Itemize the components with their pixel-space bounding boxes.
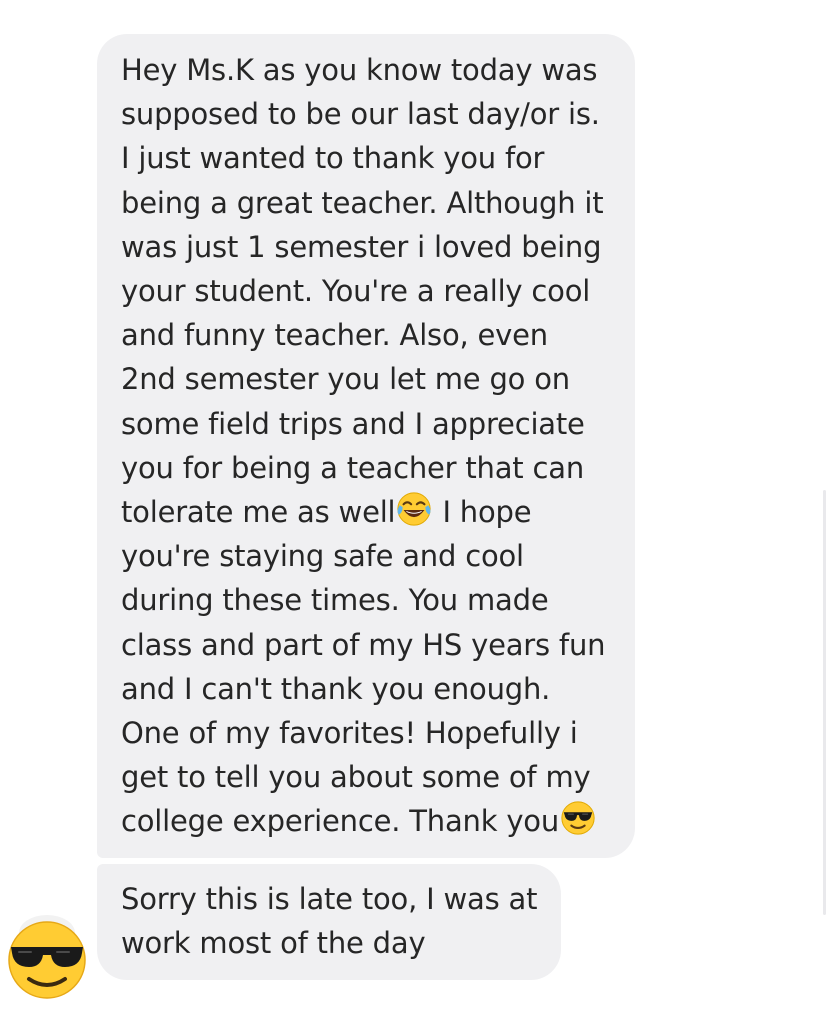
message-line: during these times. You made <box>121 583 549 618</box>
message-text: I hope <box>433 495 532 530</box>
message-bubble[interactable]: Sorry this is late too, I was at work mo… <box>97 864 561 980</box>
message-line: some field trips and I appreciate <box>121 406 585 441</box>
message-line: your student. You're a really cool <box>121 274 591 309</box>
message-line: you're staying safe and cool <box>121 539 524 574</box>
message-text: tolerate me as well <box>121 495 396 530</box>
message-line: you for being a teacher that can <box>121 450 584 485</box>
message-line: Hey Ms.K as you know today was <box>121 53 598 87</box>
sunglasses-face-icon[interactable] <box>7 905 87 1001</box>
message-text: college experience. Thank you <box>121 804 560 839</box>
message-line: Sorry this is late too, I was at <box>121 882 538 916</box>
scrollbar[interactable] <box>823 490 826 915</box>
message-line-with-emoji: tolerate me as well I hope <box>121 490 635 534</box>
message-bubble[interactable]: Hey Ms.K as you know today was supposed … <box>97 34 635 858</box>
message-line: was just 1 semester i loved being <box>121 229 602 264</box>
message-line: being a great teacher. Although it <box>121 185 604 220</box>
sunglasses-emoji-icon <box>561 801 595 836</box>
message-line: and I can't thank you enough. <box>121 671 551 706</box>
message-line: and funny teacher. Also, even <box>121 318 548 353</box>
message-line-with-emoji: college experience. Thank you <box>121 799 635 843</box>
message-line: 2nd semester you let me go on <box>121 362 570 397</box>
message-line: work most of the day <box>121 926 426 961</box>
message-line: I just wanted to thank you for <box>121 141 545 176</box>
laughing-tears-emoji-icon <box>397 492 432 526</box>
message-line: class and part of my HS years fun <box>121 627 606 662</box>
message-line: get to tell you about some of my <box>121 760 591 795</box>
message-line: supposed to be our last day/or is. <box>121 97 600 132</box>
message-line: One of my favorites! Hopefully i <box>121 716 578 751</box>
